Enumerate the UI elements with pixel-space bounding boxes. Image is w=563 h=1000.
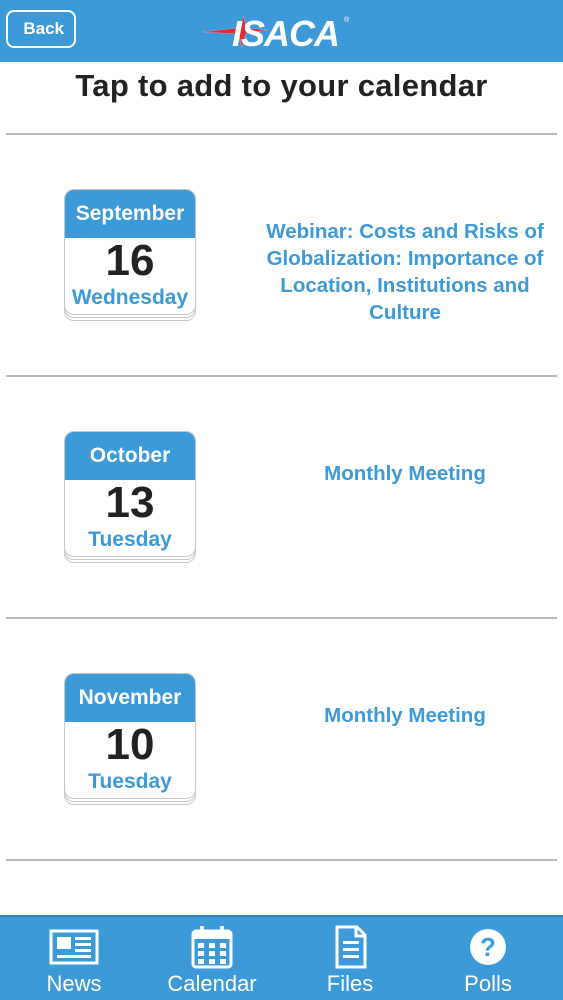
tab-label: News xyxy=(46,971,102,996)
tab-calendar[interactable]: Calendar xyxy=(152,917,272,1000)
back-button[interactable]: Back xyxy=(6,10,76,48)
svg-text:®: ® xyxy=(344,16,350,24)
app-header: Back ISACA ® xyxy=(0,0,563,62)
tab-label: Files xyxy=(326,971,374,996)
newspaper-icon xyxy=(49,929,99,965)
event-month: October xyxy=(65,432,195,480)
event-title[interactable]: Webinar: Costs and Risks of Globalizatio… xyxy=(252,218,558,326)
event-weekday: Wednesday xyxy=(71,286,189,309)
event-row[interactable]: October 13 Tuesday Monthly Meeting xyxy=(0,377,563,617)
event-month: September xyxy=(65,190,195,238)
calendar-date-card[interactable]: November 10 Tuesday xyxy=(64,673,196,805)
calendar-date-card[interactable]: October 13 Tuesday xyxy=(64,431,196,563)
event-row[interactable]: September 16 Wednesday Webinar: Costs an… xyxy=(0,135,563,375)
bottom-tab-bar: News Calendar Files ? Polls xyxy=(0,915,563,1000)
divider xyxy=(6,859,557,861)
event-weekday: Tuesday xyxy=(88,770,172,793)
event-weekday: Tuesday xyxy=(88,528,172,551)
event-day: 10 xyxy=(105,720,155,769)
tab-files[interactable]: Files xyxy=(290,917,410,1000)
event-row[interactable]: November 10 Tuesday Monthly Meeting xyxy=(0,619,563,859)
event-month: November xyxy=(65,674,195,722)
event-day: 16 xyxy=(105,236,155,285)
question-circle-icon: ? xyxy=(470,929,506,965)
document-icon xyxy=(335,925,367,969)
event-day: 13 xyxy=(105,478,155,527)
tab-news[interactable]: News xyxy=(14,917,134,1000)
page-title: Tap to add to your calendar xyxy=(75,68,488,103)
isaca-logo: ISACA ® xyxy=(201,13,350,54)
calendar-icon xyxy=(191,926,233,969)
tab-label: Polls xyxy=(464,971,512,996)
event-title[interactable]: Monthly Meeting xyxy=(252,460,558,487)
back-button-label: Back xyxy=(23,19,64,38)
tab-polls[interactable]: ? Polls xyxy=(428,917,548,1000)
calendar-date-card[interactable]: September 16 Wednesday xyxy=(64,189,196,321)
event-title[interactable]: Monthly Meeting xyxy=(252,702,558,729)
logo-text: ISACA xyxy=(232,13,339,54)
tab-label: Calendar xyxy=(167,971,257,996)
svg-text:?: ? xyxy=(480,932,496,962)
